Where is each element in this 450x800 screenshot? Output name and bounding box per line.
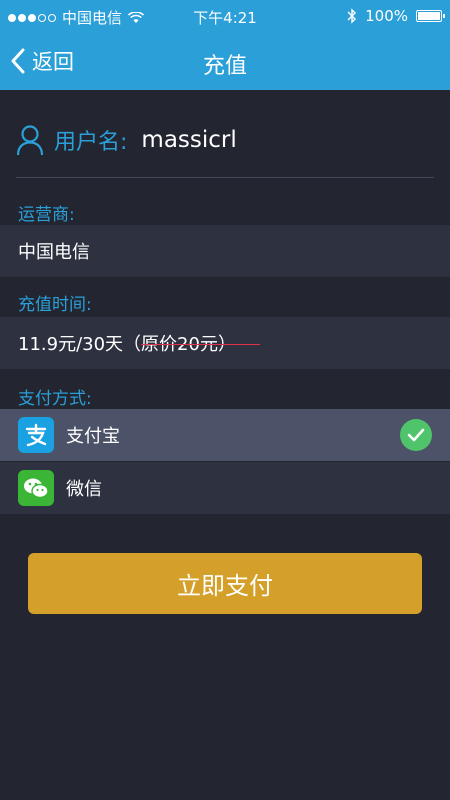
bluetooth-icon bbox=[347, 8, 357, 24]
username-value: massicrl bbox=[141, 127, 237, 153]
username-label: 用户名: bbox=[54, 130, 128, 155]
duration-value: 11.9元/30天 bbox=[18, 334, 124, 355]
wechat-icon bbox=[18, 470, 54, 506]
divider bbox=[16, 177, 434, 178]
username-row: 用户名: massicrl bbox=[16, 120, 237, 160]
check-icon bbox=[400, 419, 432, 451]
nav-bar: 返回 充值 bbox=[0, 32, 450, 90]
alipay-icon bbox=[18, 417, 54, 453]
operator-row: 中国电信 bbox=[0, 225, 450, 277]
page-title: 充值 bbox=[202, 54, 247, 79]
pay-now-button[interactable]: 立即支付 bbox=[28, 553, 422, 614]
payment-option-label: 微信 bbox=[66, 479, 102, 500]
payment-option-alipay[interactable]: 支付宝 bbox=[0, 409, 450, 461]
user-icon bbox=[16, 125, 44, 156]
duration-row[interactable]: 11.9元/30天 （原价20元） bbox=[0, 317, 450, 369]
payment-option-label: 支付宝 bbox=[66, 426, 120, 447]
status-right: 100% bbox=[347, 7, 445, 25]
battery-percent: 100% bbox=[365, 7, 408, 25]
header: 中国电信 下午4:21 100% 返回 充值 bbox=[0, 0, 450, 90]
original-price: （原价20元） bbox=[123, 330, 260, 356]
payment-label: 支付方式: bbox=[18, 389, 92, 409]
battery-icon bbox=[416, 10, 445, 22]
status-bar: 中国电信 下午4:21 100% bbox=[0, 0, 450, 32]
duration-label: 充值时间: bbox=[18, 295, 92, 315]
operator-value: 中国电信 bbox=[18, 242, 90, 263]
operator-label: 运营商: bbox=[18, 205, 75, 225]
payment-option-wechat[interactable]: 微信 bbox=[0, 462, 450, 514]
